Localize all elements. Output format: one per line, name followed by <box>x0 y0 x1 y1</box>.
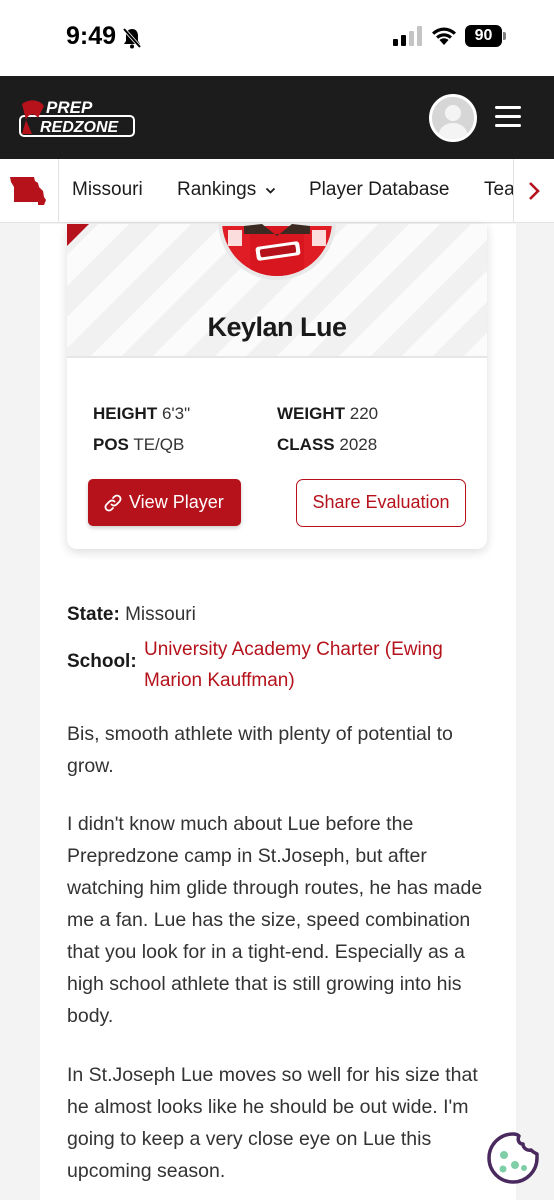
view-player-label: View Player <box>129 492 224 512</box>
logo-text-bottom: REDZONE <box>40 119 120 136</box>
player-card: Keylan Lue HEIGHT 6'3" WEIGHT 220 POS TE… <box>67 224 487 549</box>
state-subnav: Missouri Rankings Player Database Teams <box>0 159 554 223</box>
state-label: State: <box>67 604 120 625</box>
link-icon <box>104 494 122 512</box>
player-card-header: Keylan Lue <box>67 224 487 358</box>
evaluation-paragraph: Bis, smooth athlete with plenty of poten… <box>67 723 453 777</box>
battery-icon: 90 <box>465 25 507 47</box>
status-bar: 9:49 90 <box>0 0 554 76</box>
view-player-button[interactable]: View Player <box>88 479 241 526</box>
stat-class-label: CLASS <box>277 435 335 454</box>
missouri-map-icon[interactable] <box>8 173 48 209</box>
stat-height-label: HEIGHT <box>93 404 158 423</box>
hamburger-menu-icon[interactable] <box>495 106 521 128</box>
signal-icon <box>393 26 422 46</box>
subnav-scroll-right-button[interactable] <box>513 159 554 222</box>
stat-weight-value: 220 <box>349 404 379 423</box>
stat-weight: WEIGHT 220 <box>277 404 378 424</box>
stat-position-label: POS <box>93 435 129 454</box>
evaluation-paragraph: In St.Joseph Lue moves so well for his s… <box>67 1064 478 1182</box>
share-evaluation-button[interactable]: Share Evaluation <box>296 479 466 527</box>
nav-item-rankings[interactable]: Rankings <box>177 179 256 201</box>
chevron-right-icon <box>529 182 540 200</box>
state-info: State: Missouri <box>67 604 196 626</box>
state-value: Missouri <box>125 604 196 625</box>
stat-class-value: 2028 <box>339 435 378 454</box>
card-corner-accent <box>67 224 89 246</box>
player-photo[interactable] <box>218 224 336 280</box>
wifi-icon <box>432 27 456 45</box>
stat-height-value: 6'3" <box>161 404 191 423</box>
bell-slash-icon <box>122 27 142 49</box>
school-label: School: <box>67 651 137 672</box>
player-name: Keylan Lue <box>207 312 347 342</box>
chevron-down-icon <box>265 187 276 194</box>
nav-item-missouri[interactable]: Missouri <box>72 179 143 201</box>
stat-position-value: TE/QB <box>133 435 185 454</box>
stat-position: POS TE/QB <box>93 435 184 455</box>
evaluation-paragraph: I didn't know much about Lue before the … <box>67 813 483 1027</box>
stat-height: HEIGHT 6'3" <box>93 404 190 424</box>
school-link[interactable]: University Academy Charter (Ewing Marion… <box>144 634 484 696</box>
status-time: 9:49 <box>66 22 117 50</box>
cookie-icon[interactable] <box>486 1131 540 1185</box>
logo-text-top: PREP <box>46 98 93 117</box>
profile-avatar-icon[interactable] <box>429 94 477 142</box>
battery-level: 90 <box>465 25 502 47</box>
nav-item-player-database[interactable]: Player Database <box>309 179 449 201</box>
stat-weight-label: WEIGHT <box>277 404 345 423</box>
stat-class: CLASS 2028 <box>277 435 377 455</box>
prep-redzone-logo[interactable]: PREP REDZONE <box>18 96 136 140</box>
